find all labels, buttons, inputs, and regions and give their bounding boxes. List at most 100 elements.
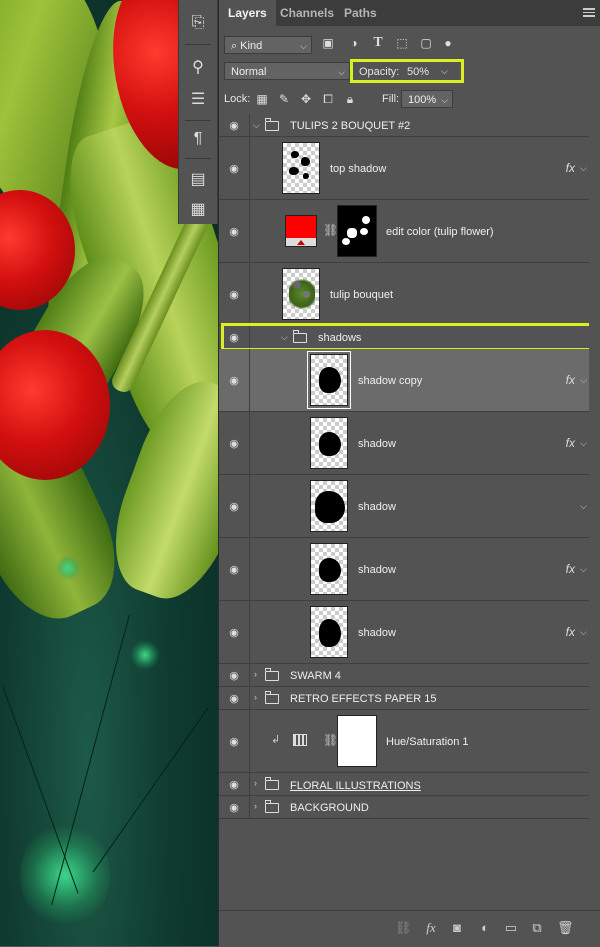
eye-icon[interactable]: ◉ [219,263,250,325]
layers-bottom-bar: ⛓︎ fx ◙ ◐ ▭ ⧉ 🗑︎ [219,910,600,947]
layer-tulip-bouquet[interactable]: ◉ tulip bouquet [219,263,589,326]
notes-icon[interactable]: ▦ [179,194,217,224]
lock-position-icon[interactable]: ✥ [299,92,313,106]
lock-artboard-icon[interactable]: ⧠ [321,92,335,106]
chevron-right-icon[interactable]: › [254,801,257,811]
fx-icon[interactable]: fx [566,373,575,387]
eye-icon[interactable]: ◉ [219,114,250,136]
opacity-label: Opacity: [359,66,400,78]
layer-thumbnail [282,142,320,194]
filter-shape-icon[interactable]: ⬚ [395,36,409,50]
search-icon: ⌕ [231,40,238,52]
chevron-down-icon[interactable]: ⌵ [580,438,587,449]
panel-toolstrip: ⎘ ⚲ ☰ ¶ ▤ ▦ [178,0,218,224]
eye-icon[interactable]: ◉ [219,137,250,199]
lock-label: Lock: [224,93,251,105]
adjustment-icon[interactable]: ◐ [477,920,493,936]
opacity-input[interactable]: 50% [407,66,429,78]
layer-name: top shadow [330,163,387,175]
blend-mode-dropdown[interactable]: Normal ⌵ [224,62,350,80]
filter-kind-dropdown[interactable]: ⌕ Kind ⌵ [224,36,312,54]
chevron-right-icon[interactable]: › [254,692,257,702]
filter-kind-label: Kind [240,40,263,52]
eye-icon[interactable]: ◉ [219,710,250,772]
fx-icon[interactable]: fx [566,625,575,639]
layer-shadow[interactable]: ◉ shadow ⌵ [219,475,589,538]
layers-panel: Layers Channels Paths ⌕ Kind ⌵ ▣ ◑ T ⬚ ▢ … [218,0,600,947]
link-layers-icon[interactable]: ⛓︎ [395,920,412,936]
clipping-arrow-icon: ↲ [271,734,281,746]
fx-icon[interactable]: fx [566,436,575,450]
layer-edit-color[interactable]: ◉ ⛓︎ edit color (tulip flower) [219,200,589,263]
layer-top-shadow[interactable]: ◉ top shadow fx ⌵ [219,137,589,200]
fx-icon[interactable]: fx [566,562,575,576]
layers-list: ◉ ⌵ TULIPS 2 BOUQUET #2 ◉ top shadow fx … [219,114,600,910]
eye-icon[interactable]: ◉ [219,349,250,411]
chevron-right-icon[interactable]: › [254,669,257,679]
chevron-down-icon[interactable]: ⌵ [580,501,587,512]
chevron-down-icon[interactable]: ⌵ [580,627,587,638]
filter-type-icon[interactable]: T [371,36,385,50]
layer-name: edit color (tulip flower) [386,226,494,238]
filter-smart-object-icon[interactable]: ▢ [419,36,433,50]
filter-adjustment-icon[interactable]: ◑ [347,36,361,50]
paragraph-icon[interactable]: ¶ [179,124,217,154]
eye-icon[interactable]: ◉ [219,538,250,600]
new-group-icon[interactable]: ▭ [503,920,519,936]
history-icon[interactable]: ⎘ [179,8,217,38]
layer-name: TULIPS 2 BOUQUET #2 [290,120,411,132]
opacity-chevron-icon[interactable]: ⌵ [441,66,448,77]
adjustments-icon[interactable]: ☰ [179,84,217,114]
layer-group-tulips[interactable]: ◉ ⌵ TULIPS 2 BOUQUET #2 [219,114,589,137]
layer-shadow-copy[interactable]: ◉ shadow copy fx ⌵ [219,349,589,412]
eye-icon[interactable]: ◉ [219,687,250,709]
layer-hue-saturation[interactable]: ◉ ↲ ⛓︎ Hue/Saturation 1 [219,710,589,773]
chevron-down-icon[interactable]: ⌵ [580,375,587,386]
fx-icon[interactable]: fx [566,161,575,175]
layer-group-background[interactable]: ◉ › BACKGROUND [219,796,589,819]
filter-toggle-icon[interactable]: ● [441,36,455,50]
panel-tabs: Layers Channels Paths [219,0,600,26]
mask-icon[interactable]: ◙ [449,920,465,936]
layer-thumbnail [307,351,351,409]
chevron-down-icon[interactable]: ⌵ [580,564,587,575]
layer-shadow[interactable]: ◉ shadow fx ⌵ [219,538,589,601]
eye-icon[interactable]: ◉ [219,796,250,818]
chevron-down-icon[interactable]: ⌵ [580,163,587,174]
layer-name: shadow [358,564,396,576]
mask-thumbnail [337,205,377,257]
layer-shadow[interactable]: ◉ shadow fx ⌵ [219,412,589,475]
layer-group-swarm[interactable]: ◉ › SWARM 4 [219,664,589,687]
layer-thumbnail [310,480,348,532]
eye-icon[interactable]: ◉ [219,475,250,537]
link-icon[interactable]: ⛓︎ [323,733,338,747]
layer-group-floral[interactable]: ◉ › FLORAL ILLUSTRATIONS [219,773,589,796]
libraries-icon[interactable]: ▤ [179,164,217,194]
link-icon[interactable]: ⛓︎ [323,223,338,237]
eye-icon[interactable]: ◉ [219,664,250,686]
scrollbar[interactable] [589,114,600,910]
fx-icon[interactable]: fx [423,920,439,936]
fill-input[interactable]: 100% ⌵ [401,90,453,108]
tab-layers[interactable]: Layers [219,0,276,26]
filter-pixel-icon[interactable]: ▣ [321,36,335,50]
lock-paint-icon[interactable]: ✎ [277,92,291,106]
layer-name: Hue/Saturation 1 [386,736,469,748]
tab-paths[interactable]: Paths [335,0,386,26]
tab-channels[interactable]: Channels [271,0,343,26]
chevron-right-icon[interactable]: › [254,778,257,788]
layer-shadow[interactable]: ◉ shadow fx ⌵ [219,601,589,664]
panel-menu-icon[interactable] [583,6,595,19]
eye-icon[interactable]: ◉ [219,412,250,474]
chevron-down-icon[interactable]: ⌵ [253,120,260,131]
trash-icon[interactable]: 🗑︎ [557,920,574,936]
eye-icon[interactable]: ◉ [219,601,250,663]
eye-icon[interactable]: ◉ [219,200,250,262]
layer-group-retro[interactable]: ◉ › RETRO EFFECTS PAPER 15 [219,687,589,710]
lock-all-icon[interactable]: 🔒︎ [343,92,357,106]
new-layer-icon[interactable]: ⧉ [529,920,545,936]
layer-thumbnail [310,606,348,658]
lock-transparent-icon[interactable]: ▦ [255,92,269,106]
eye-icon[interactable]: ◉ [219,773,250,795]
brush-presets-icon[interactable]: ⚲ [179,52,217,82]
